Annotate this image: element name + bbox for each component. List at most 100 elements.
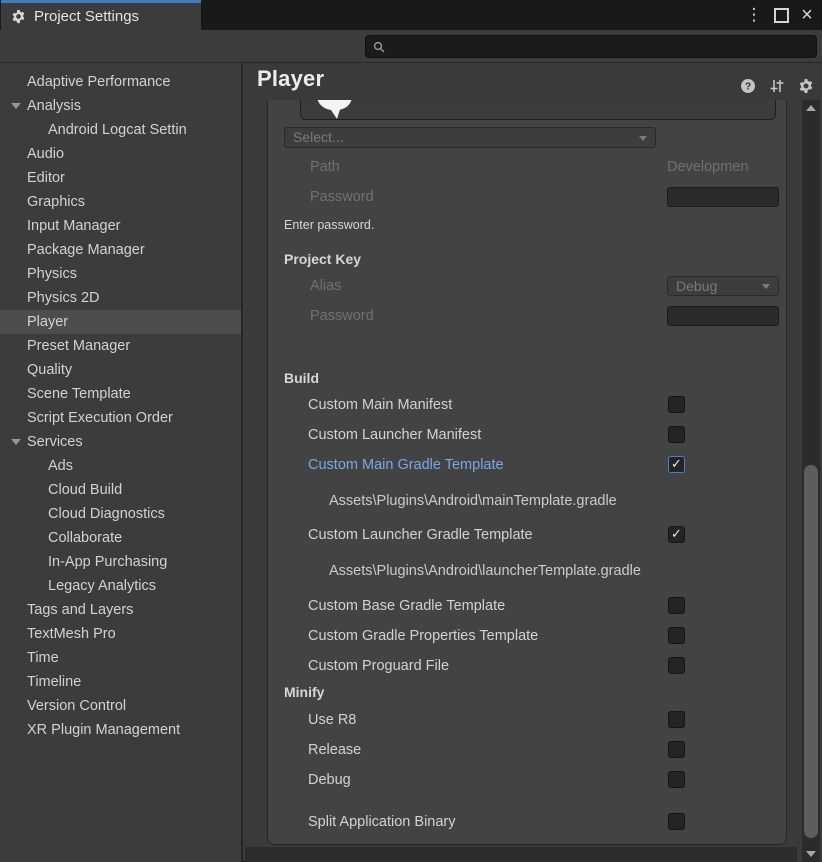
- gradle-path-text: Assets\Plugins\Android\launcherTemplate.…: [329, 561, 641, 581]
- expander-triangle-icon[interactable]: [11, 439, 21, 445]
- sidebar-item-package-manager[interactable]: Package Manager: [0, 238, 241, 262]
- partial-bubble-icon: [316, 100, 353, 120]
- chevron-down-icon: [762, 284, 770, 289]
- alias-label: Alias: [310, 276, 341, 296]
- settings-gear-icon[interactable]: [798, 78, 814, 94]
- sidebar-item-label: Adaptive Performance: [0, 70, 170, 94]
- build-heading: Build: [284, 369, 319, 387]
- sidebar-item-label: Scene Template: [0, 382, 131, 406]
- checkbox-custom-main-manifest[interactable]: [668, 396, 685, 413]
- gradle-path-text: Assets\Plugins\Android\mainTemplate.grad…: [329, 491, 617, 511]
- sidebar-item-label: Physics 2D: [0, 286, 100, 310]
- window-menu-button[interactable]: ⋮: [745, 0, 763, 30]
- scroll-down-icon[interactable]: [806, 851, 816, 857]
- presets-icon[interactable]: [769, 78, 785, 94]
- scrollbar-thumb[interactable]: [804, 465, 818, 838]
- project-key-password-field[interactable]: [667, 306, 779, 326]
- tab-project-settings[interactable]: Project Settings: [1, 0, 201, 30]
- sidebar-item-graphics[interactable]: Graphics: [0, 190, 241, 214]
- sidebar-item-label: In-App Purchasing: [0, 550, 167, 574]
- sidebar-item-label: TextMesh Pro: [0, 622, 116, 646]
- sidebar-item-input-manager[interactable]: Input Manager: [0, 214, 241, 238]
- checkbox-custom-launcher-gradle-template[interactable]: ✓: [668, 526, 685, 543]
- sidebar-item-label: Time: [0, 646, 59, 670]
- sidebar-item-cloud-diagnostics[interactable]: Cloud Diagnostics: [0, 502, 241, 526]
- sidebar-item-physics-2d[interactable]: Physics 2D: [0, 286, 241, 310]
- vertical-scrollbar[interactable]: [802, 100, 820, 862]
- sidebar-item-textmesh-pro[interactable]: TextMesh Pro: [0, 622, 241, 646]
- player-settings-panel: Player ? Select... Path: [245, 63, 822, 862]
- sidebar-item-label: Cloud Diagnostics: [0, 502, 165, 526]
- titlebar: Project Settings ⋮ ×: [0, 0, 822, 30]
- sidebar-item-label: Preset Manager: [0, 334, 130, 358]
- keystore-password-label: Password: [310, 187, 374, 207]
- sidebar-item-player[interactable]: Player: [0, 310, 241, 334]
- sidebar-item-physics[interactable]: Physics: [0, 262, 241, 286]
- checkbox-custom-base-gradle-template[interactable]: [668, 597, 685, 614]
- project-key-heading: Project Key: [284, 250, 361, 268]
- close-button[interactable]: ×: [796, 0, 818, 30]
- sidebar-item-cloud-build[interactable]: Cloud Build: [0, 478, 241, 502]
- settings-category-list: Adaptive PerformanceAnalysisAndroid Logc…: [0, 63, 243, 862]
- minify-heading: Minify: [284, 683, 324, 701]
- checkbox-custom-main-gradle-template[interactable]: ✓: [668, 456, 685, 473]
- checkbox-custom-gradle-properties-template[interactable]: [668, 627, 685, 644]
- search-icon: [373, 41, 385, 53]
- sidebar-item-services[interactable]: Services: [0, 430, 241, 454]
- sidebar-item-script-execution-order[interactable]: Script Execution Order: [0, 406, 241, 430]
- sidebar-item-timeline[interactable]: Timeline: [0, 670, 241, 694]
- sidebar-item-version-control[interactable]: Version Control: [0, 694, 241, 718]
- checkbox-split-application-binary[interactable]: [668, 813, 685, 830]
- setting-label: Release: [308, 740, 361, 760]
- sidebar-item-label: Package Manager: [0, 238, 145, 262]
- sidebar-item-collaborate[interactable]: Collaborate: [0, 526, 241, 550]
- help-icon[interactable]: ?: [740, 78, 756, 94]
- sidebar-item-editor[interactable]: Editor: [0, 166, 241, 190]
- sidebar-item-in-app-purchasing[interactable]: In-App Purchasing: [0, 550, 241, 574]
- sidebar-item-label: Version Control: [0, 694, 126, 718]
- sidebar-item-adaptive-performance[interactable]: Adaptive Performance: [0, 70, 241, 94]
- sidebar-item-tags-and-layers[interactable]: Tags and Layers: [0, 598, 241, 622]
- toolbar: [0, 30, 822, 63]
- sidebar-item-xr-plugin-management[interactable]: XR Plugin Management: [0, 718, 241, 742]
- scroll-up-icon[interactable]: [806, 105, 816, 111]
- setting-label: Debug: [308, 770, 351, 790]
- sidebar-item-legacy-analytics[interactable]: Legacy Analytics: [0, 574, 241, 598]
- sidebar-item-quality[interactable]: Quality: [0, 358, 241, 382]
- keystore-select-dropdown[interactable]: Select...: [284, 127, 656, 148]
- chevron-down-icon: [639, 136, 647, 141]
- sidebar-item-label: Collaborate: [0, 526, 122, 550]
- sidebar-item-audio[interactable]: Audio: [0, 142, 241, 166]
- panel-header: Player ?: [245, 63, 822, 100]
- expander-triangle-icon[interactable]: [11, 103, 21, 109]
- checkbox-release[interactable]: [668, 741, 685, 758]
- checkbox-use-r8[interactable]: [668, 711, 685, 728]
- page-title: Player: [257, 66, 324, 92]
- sidebar-item-label: Cloud Build: [0, 478, 122, 502]
- search-input[interactable]: [365, 35, 817, 58]
- sidebar-item-scene-template[interactable]: Scene Template: [0, 382, 241, 406]
- keystore-password-field[interactable]: [667, 187, 779, 207]
- tab-title: Project Settings: [34, 8, 139, 25]
- sidebar-item-preset-manager[interactable]: Preset Manager: [0, 334, 241, 358]
- checkbox-custom-launcher-manifest[interactable]: [668, 426, 685, 443]
- setting-label: Custom Main Gradle Template: [308, 455, 504, 475]
- checkbox-debug[interactable]: [668, 771, 685, 788]
- setting-label: Custom Main Manifest: [308, 395, 452, 415]
- sidebar-item-ads[interactable]: Ads: [0, 454, 241, 478]
- sidebar-item-label: Ads: [0, 454, 73, 478]
- alias-dropdown[interactable]: Debug: [667, 276, 779, 296]
- setting-label: Split Application Binary: [308, 812, 456, 832]
- sidebar-item-android-logcat-settin[interactable]: Android Logcat Settin: [0, 118, 241, 142]
- sidebar-item-label: Script Execution Order: [0, 406, 173, 430]
- sidebar-item-label: Graphics: [0, 190, 85, 214]
- checkbox-custom-proguard-file[interactable]: [668, 657, 685, 674]
- maximize-button[interactable]: [770, 0, 792, 30]
- sidebar-item-label: Timeline: [0, 670, 81, 694]
- setting-label: Use R8: [308, 710, 356, 730]
- sidebar-item-analysis[interactable]: Analysis: [0, 94, 241, 118]
- sidebar-item-label: Physics: [0, 262, 77, 286]
- setting-label: Custom Launcher Manifest: [308, 425, 481, 445]
- sidebar-item-label: Quality: [0, 358, 72, 382]
- sidebar-item-time[interactable]: Time: [0, 646, 241, 670]
